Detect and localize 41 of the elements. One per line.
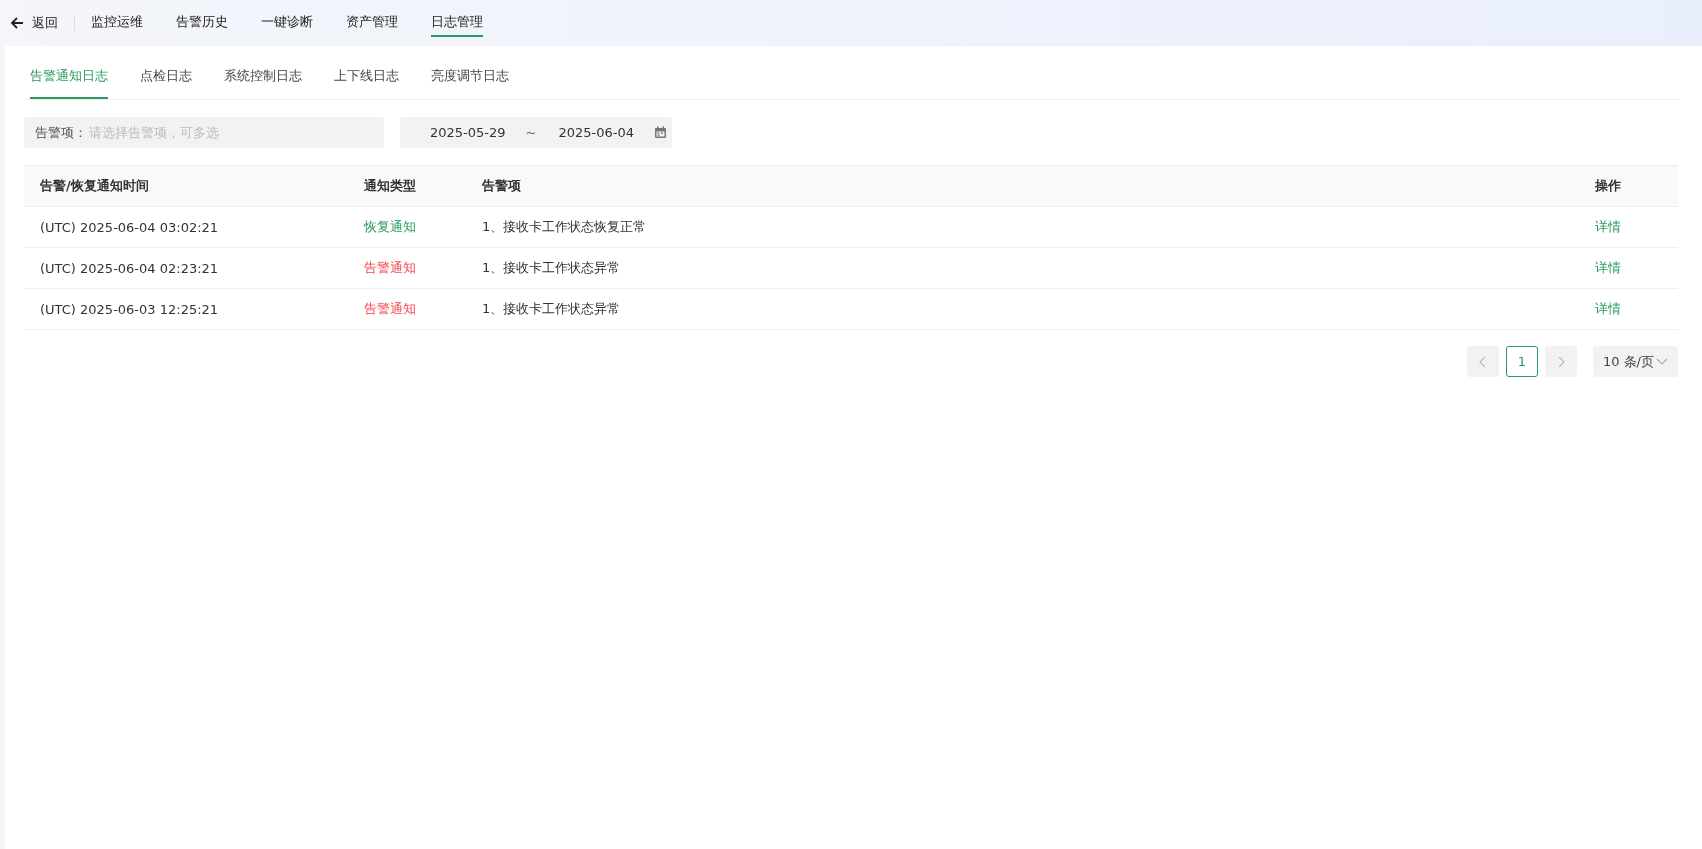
column-header: 通知类型 — [364, 177, 417, 195]
notification-type: 告警通知 — [364, 300, 417, 318]
details-link[interactable]: 详情 — [1595, 301, 1621, 316]
log-tab[interactable]: 系统控制日志 — [224, 46, 302, 99]
back-link[interactable]: 返回 — [10, 14, 58, 32]
nav-tab[interactable]: 监控运维 — [91, 9, 143, 37]
alarm-item-cell-text: 1、接收卡工作状态异常 — [482, 300, 622, 318]
chevron-left-icon — [1478, 355, 1487, 368]
details-link[interactable]: 详情 — [1595, 260, 1621, 275]
previous-page-button[interactable] — [1466, 346, 1499, 377]
log-tab[interactable]: 点检日志 — [140, 46, 192, 99]
start-date: 2025-05-29 — [430, 125, 506, 140]
chevron-down-icon — [1656, 357, 1668, 366]
back-arrow-icon — [10, 16, 24, 30]
nav-tab[interactable]: 告警历史 — [176, 9, 228, 37]
log-tab[interactable]: 告警通知日志 — [30, 46, 108, 99]
nav-tab[interactable]: 一键诊断 — [261, 9, 313, 37]
page-size-select[interactable]: 10 条/页 — [1592, 346, 1678, 377]
chevron-right-icon — [1556, 355, 1565, 368]
time-cell-text: (UTC) 2025-06-04 02:23:21 — [39, 260, 220, 276]
select-label: 告警项： — [35, 123, 87, 142]
column-header: 告警项 — [482, 177, 522, 195]
end-date: 2025-06-04 — [558, 125, 635, 140]
alarm-item-cell-text: 1、接收卡工作状态异常 — [482, 259, 622, 277]
notification-type: 告警通知 — [364, 259, 417, 277]
time-cell-text: (UTC) 2025-06-03 12:25:21 — [39, 301, 220, 317]
nav-tab[interactable]: 资产管理 — [346, 9, 398, 37]
nav-tab[interactable]: 日志管理 — [431, 9, 483, 37]
alarm-item-cell-text: 1、接收卡工作状态恢复正常 — [482, 218, 648, 236]
date-separator: ~ — [525, 125, 537, 140]
time-cell-text: (UTC) 2025-06-04 03:02:21 — [39, 219, 220, 235]
log-tab[interactable]: 亮度调节日志 — [431, 46, 509, 99]
next-page-button[interactable] — [1544, 346, 1577, 377]
column-header: 告警/恢复通知时间 — [39, 177, 150, 195]
log-tab[interactable]: 上下线日志 — [334, 46, 399, 99]
calendar-icon — [654, 126, 668, 139]
page-button[interactable]: 1 — [1505, 346, 1538, 377]
details-link[interactable]: 详情 — [1595, 219, 1621, 234]
column-header: 操作 — [1594, 177, 1622, 195]
date-range-picker[interactable]: 2025-05-29 ~ 2025-06-04 — [400, 117, 672, 148]
notification-type: 恢复通知 — [364, 218, 417, 236]
